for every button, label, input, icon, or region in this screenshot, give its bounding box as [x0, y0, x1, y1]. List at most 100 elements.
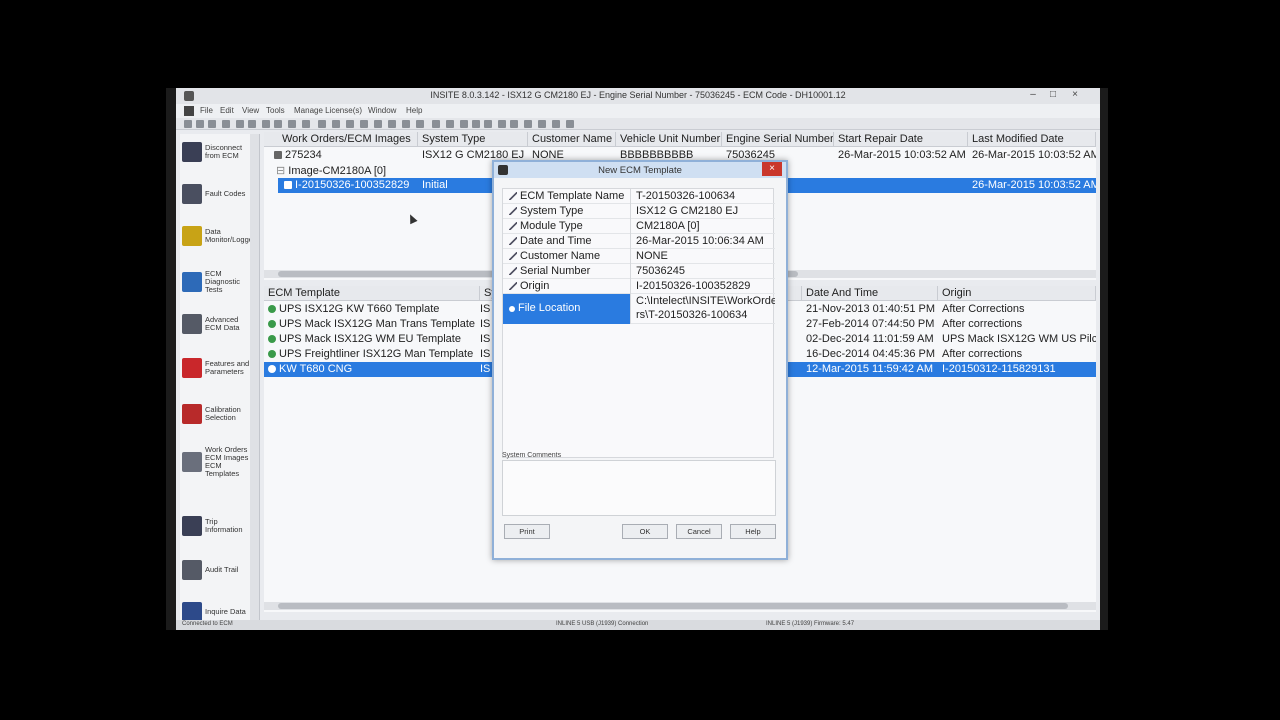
help-button[interactable]: Help: [730, 524, 776, 539]
sidebar-item-diagnostic-tests[interactable]: ECM Diagnostic Tests: [182, 270, 256, 294]
property-row[interactable]: Customer Name NONE: [503, 249, 775, 264]
toolbar-icon[interactable]: [248, 120, 256, 128]
menu-help[interactable]: Help: [406, 106, 422, 115]
col-header[interactable]: Customer Name: [528, 132, 616, 147]
property-icon: [509, 222, 517, 230]
toolbar-icon[interactable]: [236, 120, 244, 128]
toolbar-icon[interactable]: [472, 120, 480, 128]
property-row[interactable]: ECM Template Name T-20150326-100634: [503, 189, 775, 204]
close-icon[interactable]: ×: [1066, 89, 1084, 100]
sidebar-item-calibration-selection[interactable]: Calibration Selection: [182, 404, 256, 424]
status-adapter: INLINE 5 USB (J1939) Connection: [556, 621, 649, 627]
toolbar-icon[interactable]: [524, 120, 532, 128]
sidebar-item-disconnect[interactable]: Disconnect from ECM: [182, 142, 256, 162]
toolbar-icon[interactable]: [262, 120, 270, 128]
col-header[interactable]: System Type: [418, 132, 528, 147]
toolbar-icon[interactable]: [552, 120, 560, 128]
maximize-icon[interactable]: □: [1044, 89, 1062, 100]
col-header[interactable]: ECM Template: [264, 286, 480, 301]
toolbar-icon[interactable]: [388, 120, 396, 128]
toolbar-icon[interactable]: [402, 120, 410, 128]
minimize-icon[interactable]: –: [1024, 89, 1042, 100]
toolbar-icon[interactable]: [484, 120, 492, 128]
menu-window[interactable]: Window: [368, 106, 396, 115]
menu-view[interactable]: View: [242, 106, 259, 115]
property-row-file-location[interactable]: File Location C:\Intelect\INSITE\WorkOrd…: [503, 294, 775, 324]
menu-edit[interactable]: Edit: [220, 106, 234, 115]
toolbar-icon[interactable]: [538, 120, 546, 128]
property-icon: [509, 267, 517, 275]
features-icon: [182, 358, 202, 378]
print-button[interactable]: Print: [504, 524, 550, 539]
col-header[interactable]: Origin: [938, 286, 1096, 301]
dialog-close-icon[interactable]: ×: [762, 162, 782, 176]
horizontal-scrollbar[interactable]: [264, 602, 1096, 610]
col-header[interactable]: Start Repair Date: [834, 132, 968, 147]
toolbar-icon[interactable]: [416, 120, 424, 128]
property-icon: [509, 237, 517, 245]
sidebar-item-data-monitor[interactable]: Data Monitor/Logger: [182, 226, 256, 246]
status-connection: Connected to ECM: [182, 621, 233, 627]
toolbar-icon[interactable]: [374, 120, 382, 128]
menu-tools[interactable]: Tools: [266, 106, 285, 115]
sidebar-item-work-orders[interactable]: Work Orders ECM Images ECM Templates: [182, 446, 256, 478]
toolbar-icon[interactable]: [208, 120, 216, 128]
property-grid: ECM Template Name T-20150326-100634 Syst…: [502, 188, 775, 458]
dialog-title: New ECM Template: [598, 165, 682, 176]
sidebar-scrollbar[interactable]: [250, 134, 259, 630]
sidebar-item-label: ECM Diagnostic Tests: [205, 269, 241, 294]
col-header[interactable]: Work Orders/ECM Images: [264, 132, 418, 147]
col-header[interactable]: Engine Serial Number: [722, 132, 834, 147]
property-row[interactable]: Date and Time 26-Mar-2015 10:06:34 AM: [503, 234, 775, 249]
status-firmware: INLINE 5 (J1939) Firmware: 5.47: [766, 621, 855, 627]
sidebar-item-label: Features and Parameters: [205, 359, 250, 376]
property-icon: [509, 192, 517, 200]
status-bar: Connected to ECM INLINE 5 USB (J1939) Co…: [176, 620, 1100, 630]
col-header[interactable]: Date And Time: [802, 286, 938, 301]
cancel-button[interactable]: Cancel: [676, 524, 722, 539]
toolbar-icon[interactable]: [332, 120, 340, 128]
sidebar-item-inquire-data[interactable]: Inquire Data: [182, 602, 256, 622]
menu-bar: File Edit View Tools Manage License(s) W…: [176, 104, 1100, 118]
toolbar-icon[interactable]: [510, 120, 518, 128]
toolbar-icon[interactable]: [498, 120, 506, 128]
insite-window: INSITE 8.0.3.142 - ISX12 G CM2180 EJ - E…: [176, 88, 1100, 630]
window-title: INSITE 8.0.3.142 - ISX12 G CM2180 EJ - E…: [430, 90, 846, 100]
work-order-icon: [274, 151, 282, 159]
toolbar-icon[interactable]: [460, 120, 468, 128]
toolbar-icon[interactable]: [346, 120, 354, 128]
col-header[interactable]: Last Modified Date: [968, 132, 1096, 147]
property-value: 26-Mar-2015 10:06:34 AM: [636, 235, 764, 247]
sidebar-item-audit-trail[interactable]: Audit Trail: [182, 560, 256, 580]
sidebar: Disconnect from ECM Fault Codes Data Mon…: [180, 134, 260, 630]
sidebar-item-trip-information[interactable]: Trip Information: [182, 516, 256, 536]
property-row[interactable]: Serial Number 75036245: [503, 264, 775, 279]
toolbar-icon[interactable]: [288, 120, 296, 128]
sidebar-item-fault-codes[interactable]: Fault Codes: [182, 184, 256, 204]
toolbar-icon[interactable]: [222, 120, 230, 128]
toolbar-icon[interactable]: [318, 120, 326, 128]
menu-manage-licenses[interactable]: Manage License(s): [294, 106, 362, 115]
sidebar-item-advanced-ecm-data[interactable]: Advanced ECM Data: [182, 314, 256, 334]
toolbar-icon[interactable]: [302, 120, 310, 128]
property-row[interactable]: Module Type CM2180A [0]: [503, 219, 775, 234]
property-row[interactable]: Origin I-20150326-100352829: [503, 279, 775, 294]
property-row[interactable]: System Type ISX12 G CM2180 EJ: [503, 204, 775, 219]
toolbar-icon[interactable]: [360, 120, 368, 128]
toolbar-icon[interactable]: [184, 120, 192, 128]
toolbar-icon[interactable]: [446, 120, 454, 128]
property-value: T-20150326-100634: [636, 190, 736, 202]
sidebar-item-features-parameters[interactable]: Features and Parameters: [182, 358, 256, 378]
toolbar-icon[interactable]: [432, 120, 440, 128]
col-header[interactable]: Vehicle Unit Number: [616, 132, 722, 147]
sidebar-item-label: Inquire Data: [205, 607, 246, 616]
toolbar-icon[interactable]: [274, 120, 282, 128]
ok-button[interactable]: OK: [622, 524, 668, 539]
sidebar-item-label: Trip Information: [205, 517, 243, 534]
toolbar-icon[interactable]: [196, 120, 204, 128]
sidebar-item-label: Work Orders ECM Images ECM Templates: [205, 445, 249, 478]
system-comments-field[interactable]: [502, 460, 776, 516]
menu-file[interactable]: File: [200, 106, 213, 115]
property-value: CM2180A [0]: [636, 220, 700, 232]
toolbar-icon[interactable]: [566, 120, 574, 128]
